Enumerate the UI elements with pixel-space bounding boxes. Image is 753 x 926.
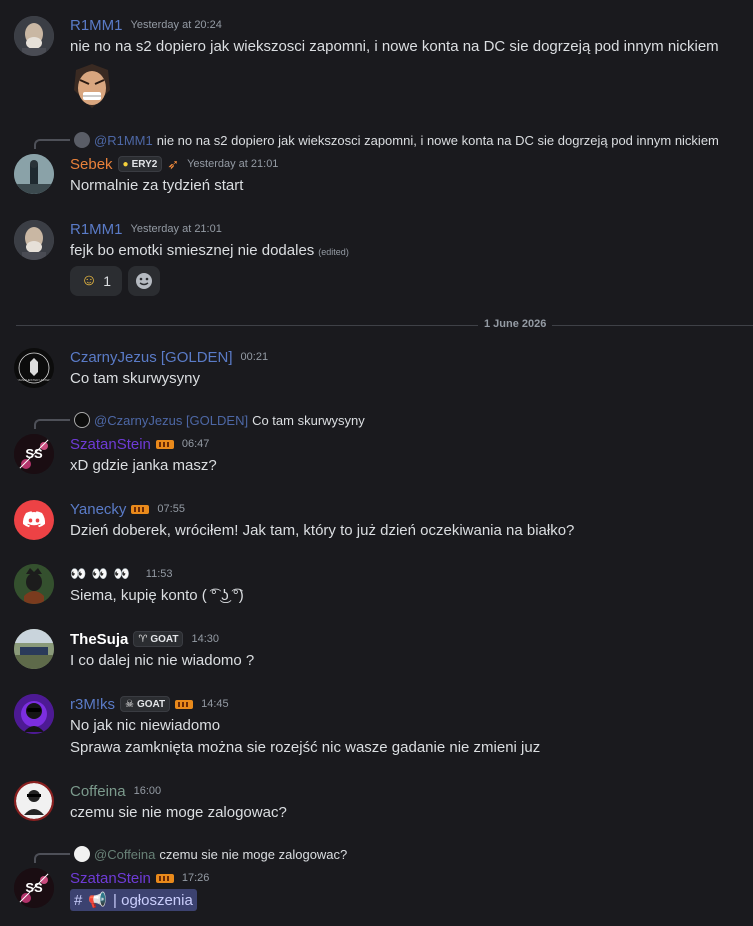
timestamp: 00:21: [240, 351, 269, 363]
timestamp: 11:53: [145, 568, 173, 580]
reaction-hug[interactable]: ☺ 1: [70, 266, 122, 296]
reply-avatar: [74, 412, 90, 428]
lemon-icon: ●: [122, 158, 129, 170]
username[interactable]: SzatanStein: [70, 436, 151, 453]
avatar[interactable]: [14, 694, 54, 734]
username[interactable]: TheSuja: [70, 631, 128, 648]
guild-tag[interactable]: ☠ GOAT: [120, 696, 171, 712]
reply-spine: [34, 853, 70, 863]
username[interactable]: SzatanStein: [70, 870, 151, 887]
avatar[interactable]: MANCHESTER UNITED: [14, 348, 54, 388]
username[interactable]: R1MM1: [70, 17, 123, 34]
goat-icon: ♈: [138, 633, 148, 645]
avatar[interactable]: [14, 154, 54, 194]
message-text: Co tam skurwysyny: [70, 370, 201, 387]
timestamp: Yesterday at 21:01: [130, 223, 222, 235]
timestamp: Yesterday at 21:01: [187, 158, 279, 170]
reply-username[interactable]: @Coffeina: [94, 847, 155, 862]
reply-preview[interactable]: czemu sie nie moge zalogowac?: [159, 847, 347, 862]
message-text: czemu sie nie moge zalogowac?: [70, 804, 287, 821]
reaction-count: 1: [103, 273, 112, 289]
reply-username[interactable]: @CzarnyJezus [GOLDEN]: [94, 413, 248, 428]
discord-logo-icon: [22, 511, 46, 528]
timestamp: 14:30: [191, 633, 220, 645]
add-reaction-icon: [136, 273, 152, 289]
timestamp: 16:00: [133, 785, 162, 797]
channel-name: | ogłoszenia: [113, 891, 193, 909]
timestamp: 14:45: [201, 698, 229, 710]
message-text: Dzień doberek, wróciłem! Jak tam, który …: [70, 522, 575, 539]
avatar-text: MANCHESTER UNITED: [17, 378, 51, 382]
message-text: xD gdzie janka masz?: [70, 457, 217, 474]
grimace-emoji: [70, 62, 114, 110]
avatar[interactable]: [14, 500, 54, 540]
username[interactable]: CzarnyJezus [GOLDEN]: [70, 349, 233, 366]
reply-avatar: [74, 132, 90, 148]
skull-icon: ☠: [125, 698, 134, 710]
reply-preview[interactable]: Co tam skurwysyny: [252, 413, 365, 428]
clan-badge-icon[interactable]: [131, 504, 150, 514]
reply-preview[interactable]: nie no na s2 dopiero jak wiekszosci zapo…: [157, 133, 719, 148]
date-divider: [16, 325, 753, 326]
megaphone-icon: 📢: [88, 892, 108, 909]
hugging-emoji: ☺: [80, 272, 98, 289]
reply-spine: [34, 139, 70, 149]
avatar[interactable]: [14, 629, 54, 669]
message-text: nie no na s2 dopiero jak wiekszosci zapo…: [70, 38, 719, 55]
reply-reference[interactable]: @Coffeina czemu sie nie moge zalogowac?: [34, 845, 347, 863]
hash-icon: #: [74, 891, 83, 909]
message-text: Siema, kupię konto ( ͡° ͜ʖ ͡°): [70, 587, 244, 604]
avatar[interactable]: SS: [14, 868, 54, 908]
timestamp: 17:26: [181, 872, 210, 884]
message-text: fejk bo emotki smiesznej nie dodales (edi…: [70, 240, 349, 263]
reply-username[interactable]: @R1MM1: [94, 133, 153, 148]
reply-spine: [34, 419, 70, 429]
clan-badge-icon[interactable]: [155, 439, 174, 449]
message-text-line2: Sprawa zamknięta można sie rozejść nic w…: [70, 739, 541, 756]
username[interactable]: r3M!ks: [70, 696, 115, 713]
message-text: Normalnie za tydzień start: [70, 177, 244, 194]
message-text-line1: No jak nic niewiadomo: [70, 717, 221, 734]
guild-tag[interactable]: ♈ GOAT: [133, 631, 184, 647]
username[interactable]: 👀 👀 👀: [70, 566, 131, 582]
username[interactable]: Sebek: [70, 156, 113, 173]
clan-badge-icon[interactable]: [175, 699, 194, 709]
timestamp: 06:47: [181, 438, 210, 450]
add-reaction-button[interactable]: [128, 266, 160, 296]
channel-mention[interactable]: # 📢 | ogłoszenia: [70, 889, 197, 911]
message-content: fejk bo emotki smiesznej nie dodales: [70, 242, 315, 259]
username[interactable]: R1MM1: [70, 221, 123, 238]
avatar[interactable]: SS: [14, 434, 54, 474]
message-text: I co dalej nic nie wiadomo ?: [70, 652, 255, 669]
date-divider-label: 1 June 2026: [478, 318, 553, 330]
reply-reference[interactable]: @CzarnyJezus [GOLDEN] Co tam skurwysyny: [34, 411, 365, 429]
avatar[interactable]: [14, 220, 54, 260]
username[interactable]: Yanecky: [70, 501, 126, 518]
edited-label: (edited): [318, 247, 349, 257]
clan-badge-icon[interactable]: [155, 873, 174, 883]
guild-tag[interactable]: ● ERY2: [117, 156, 163, 172]
timestamp: Yesterday at 20:24: [130, 19, 222, 31]
avatar[interactable]: [14, 564, 54, 604]
avatar[interactable]: [14, 16, 54, 56]
reply-reference[interactable]: @R1MM1 nie no na s2 dopiero jak wiekszos…: [34, 131, 719, 149]
avatar[interactable]: [14, 781, 54, 821]
rocket-icon: ➶: [167, 155, 180, 172]
timestamp: 07:55: [157, 503, 185, 515]
reply-avatar: [74, 846, 90, 862]
username[interactable]: Coffeina: [70, 783, 126, 800]
